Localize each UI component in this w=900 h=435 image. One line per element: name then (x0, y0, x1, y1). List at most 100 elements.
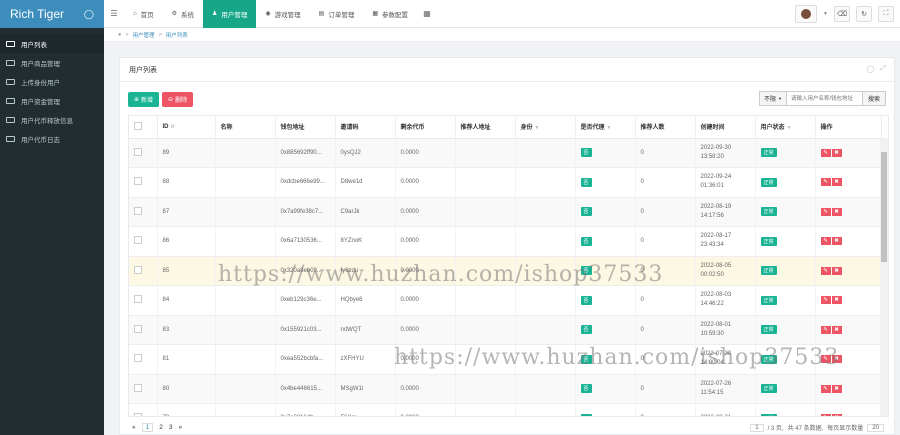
delete-icon[interactable]: ✖ (831, 325, 842, 334)
delete-icon[interactable]: ✖ (831, 207, 842, 216)
row-checkbox[interactable] (129, 403, 158, 416)
table-row[interactable]: 79 0x7a3216db...F6Xra0.0000 否 02022-03-21 正常… (129, 403, 882, 416)
agent-badge[interactable]: 否 (580, 266, 592, 276)
expand-icon[interactable]: ⤢ (880, 65, 886, 73)
delete-button[interactable]: ⊖ 删除 (162, 91, 194, 107)
row-checkbox[interactable] (129, 256, 158, 286)
status-badge[interactable]: 正常 (760, 177, 777, 187)
agent-badge[interactable]: 否 (580, 384, 592, 394)
row-checkbox[interactable] (129, 167, 158, 198)
menu-toggle-icon[interactable]: ☰ (104, 9, 124, 18)
agent-badge[interactable]: 否 (580, 207, 592, 217)
row-checkbox[interactable] (129, 285, 158, 316)
delete-icon[interactable]: ✖ (831, 296, 842, 305)
table-row[interactable]: 86 0x6a7130536... 8YZnoK 0.0000 否 0 2022-08-17… (129, 226, 882, 257)
sidebar-item-token-log[interactable]: 用户代币日志 (0, 129, 104, 148)
tab-home[interactable]: ⌂ 首页 (124, 0, 163, 28)
search-button[interactable]: 搜索 (862, 91, 886, 106)
delete-icon[interactable]: ✖ (831, 414, 842, 416)
col-identity[interactable]: 身份 ▼ (515, 116, 576, 139)
table-scrollbar[interactable] (880, 138, 888, 416)
status-badge[interactable]: 正常 (760, 266, 777, 276)
status-badge[interactable]: 正常 (760, 207, 777, 217)
edit-icon[interactable]: ✎ (820, 414, 831, 416)
prev-page-button[interactable]: « (132, 424, 136, 431)
edit-icon[interactable]: ✎ (820, 384, 831, 393)
breadcrumb-item[interactable]: 用户管理 (133, 31, 155, 39)
status-badge[interactable]: 正常 (760, 148, 777, 158)
delete-icon[interactable]: ✖ (831, 148, 842, 157)
tab-parameters[interactable]: ▦ 参数配置 (363, 0, 417, 28)
tab-order-management[interactable]: ▤ 订单管理 (310, 0, 364, 28)
row-checkbox[interactable] (129, 374, 158, 404)
agent-badge[interactable]: 否 (580, 413, 592, 416)
col-id[interactable]: ID ⇵ (157, 116, 216, 139)
agent-badge[interactable]: 否 (580, 148, 592, 158)
add-button[interactable]: ⊕ 新增 (128, 91, 160, 107)
col-status[interactable]: 用户状态 ▼ (755, 116, 816, 139)
delete-icon[interactable]: ✖ (831, 178, 842, 187)
status-badge[interactable]: 正常 (760, 384, 777, 394)
delete-icon[interactable]: ✖ (831, 355, 842, 364)
fullscreen-icon[interactable]: ⛶ (878, 6, 894, 22)
status-badge[interactable]: 正常 (760, 295, 777, 305)
sidebar-item-user-funds[interactable]: 用户资金管理 (0, 91, 104, 110)
edit-icon[interactable]: ✎ (820, 148, 831, 157)
status-badge[interactable]: 正常 (760, 236, 777, 246)
edit-icon[interactable]: ✎ (820, 325, 831, 334)
filter-icon[interactable]: ▼ (535, 125, 540, 131)
table-row[interactable]: 85 0x320a8eb09... fy6zdu 0.0000 否 0 2022-08-05… (129, 256, 882, 286)
scrollbar-thumb[interactable] (881, 152, 887, 262)
delete-icon[interactable]: ✖ (831, 384, 842, 393)
status-badge[interactable]: 正常 (760, 354, 777, 364)
sidebar-item-upload-identity[interactable]: 上传身份用户 (0, 72, 104, 91)
agent-badge[interactable]: 否 (580, 177, 592, 187)
agent-badge[interactable]: 否 (580, 236, 592, 246)
user-icon[interactable]: ◯ (84, 9, 94, 20)
table-row[interactable]: 80 0x4be446615... MSgW1l 0.0000 否 0 2022-07-26… (129, 374, 882, 404)
edit-icon[interactable]: ✎ (820, 355, 831, 364)
filter-icon[interactable]: ▼ (787, 125, 792, 131)
sidebar-item-token-release[interactable]: 用户代币释放信息 (0, 110, 104, 129)
edit-icon[interactable]: ✎ (820, 178, 831, 187)
edit-icon[interactable]: ✎ (820, 207, 831, 216)
row-checkbox[interactable] (129, 138, 158, 168)
refresh-icon[interactable]: ↻ (856, 6, 872, 22)
tab-system[interactable]: ⚙ 系统 (163, 0, 203, 28)
filter-select[interactable]: 不限 ▼ (759, 91, 787, 106)
breadcrumb-item[interactable]: 用户列表 (166, 31, 188, 39)
row-checkbox[interactable] (129, 226, 158, 257)
sidebar-item-user-goods[interactable]: 用户商品管理 (0, 53, 104, 72)
tab-user-management[interactable]: ♟ 用户管理 (203, 0, 257, 28)
tab-game-management[interactable]: ◉ 游戏管理 (256, 0, 309, 28)
delete-icon[interactable]: ✖ (831, 237, 842, 246)
chevron-down-icon[interactable]: ▼ (823, 11, 828, 17)
status-badge[interactable]: 正常 (760, 325, 777, 335)
refresh-icon[interactable]: ◯ (867, 65, 875, 73)
row-checkbox[interactable] (129, 197, 158, 227)
edit-icon[interactable]: ✎ (820, 266, 831, 275)
table-row[interactable]: 88 0xdcbe666e99... D8we1d 0.0000 否 0 2022-09-2… (129, 167, 882, 198)
grid-icon[interactable]: ▦ (417, 9, 437, 18)
trash-icon[interactable]: ⌫ (834, 6, 850, 22)
delete-icon[interactable]: ✖ (831, 266, 842, 275)
page-1[interactable]: 1 (141, 423, 154, 432)
table-row[interactable]: 83 0x155921c03... rxtWQT 0.0000 否 0 2022-08-01… (129, 315, 882, 345)
per-page-select[interactable]: 20 (867, 423, 884, 432)
table-row[interactable]: 84 0xeb129c36e... HQbye6 0.0000 否 0 2022-08-03… (129, 285, 882, 316)
avatar[interactable] (795, 5, 818, 23)
page-2[interactable]: 2 (159, 424, 163, 431)
col-agent[interactable]: 是否代理 ▼ (575, 116, 636, 139)
page-jump-input[interactable]: 1 (750, 423, 764, 432)
filter-icon[interactable]: ▼ (607, 125, 612, 131)
row-checkbox[interactable] (129, 344, 158, 375)
table-row[interactable]: 81 0xea552bcbfa... zXFHYU 0.0000 否 0 2022-07-3… (129, 344, 882, 375)
edit-icon[interactable]: ✎ (820, 237, 831, 246)
agent-badge[interactable]: 否 (580, 295, 592, 305)
row-checkbox[interactable] (129, 315, 158, 345)
select-all-checkbox[interactable] (129, 116, 158, 139)
search-input[interactable] (786, 91, 863, 106)
agent-badge[interactable]: 否 (580, 325, 592, 335)
next-page-button[interactable]: » (179, 424, 183, 431)
agent-badge[interactable]: 否 (580, 354, 592, 364)
